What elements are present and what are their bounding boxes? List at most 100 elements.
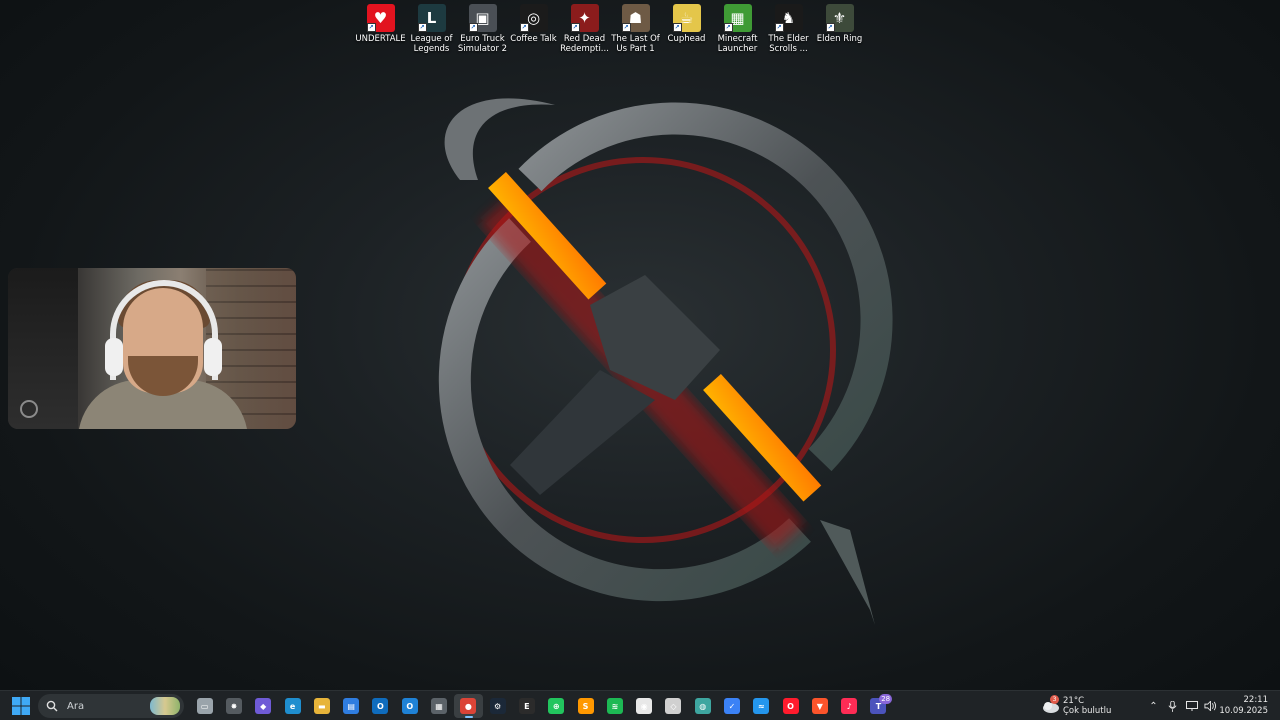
desktop-icon-label: The Elder Scrolls ...	[768, 34, 809, 54]
taskbar-app-edge[interactable]: e	[278, 694, 307, 718]
desktop-icon-8[interactable]: ♞ ↗ The Elder Scrolls ...	[763, 4, 814, 64]
calculator-icon: ▦	[431, 698, 448, 714]
desktop-icon-1[interactable]: L ↗ League of Legends	[406, 4, 457, 64]
search-icon	[46, 700, 58, 712]
desktop-icon-4[interactable]: ✦ ↗ Red Dead Redempti...	[559, 4, 610, 64]
desktop: ♥ ↗ UNDERTALE L ↗ League of Legends ▣ ↗ Euro Tru…	[0, 0, 1280, 690]
desktop-icon-label: The Last Of Us Part 1	[611, 34, 660, 54]
clock-date: 10.09.2025	[1219, 706, 1268, 716]
shortcut-arrow-icon: ↗	[519, 23, 529, 32]
weather-temp: 21°C	[1063, 696, 1085, 706]
taskbar-search-input[interactable]: Ara	[38, 694, 184, 718]
elder-scrolls-icon: ♞ ↗	[774, 4, 803, 32]
weather-widget[interactable]: 3 21°C Çok bulutlu	[1040, 693, 1140, 719]
desktop-icon-2[interactable]: ▣ ↗ Euro Truck Simulator 2	[457, 4, 508, 64]
shortcut-arrow-icon: ↗	[825, 23, 835, 32]
taskbar-app-obs[interactable]: ◉	[629, 694, 658, 718]
opera-icon: O	[782, 698, 799, 714]
webcam-overlay	[8, 268, 296, 429]
copilot-icon: ◆	[255, 698, 272, 714]
spotify-icon: ≋	[606, 698, 623, 714]
vpn-globe-icon: ◍	[694, 698, 711, 714]
taskbar-app-razer[interactable]: ⊕	[542, 694, 571, 718]
desktop-icon-5[interactable]: ☗ ↗ The Last Of Us Part 1	[610, 4, 661, 64]
taskbar-app-file-explorer[interactable]: ▬	[307, 694, 336, 718]
desktop-icon-label: Red Dead Redempti...	[560, 34, 609, 54]
taskbar-app-vpn-globe[interactable]: ◍	[688, 694, 717, 718]
taskbar-clock[interactable]: 22:11 10.09.2025	[1219, 695, 1268, 717]
league-of-legends-icon: L ↗	[417, 4, 446, 32]
coffee-talk-icon: ◎ ↗	[519, 4, 548, 32]
taskbar-app-copilot[interactable]: ◆	[249, 694, 278, 718]
euro-truck-icon: ▣ ↗	[468, 4, 497, 32]
obs-icon: ◉	[636, 698, 653, 714]
elden-ring-icon: ⚜ ↗	[825, 4, 854, 32]
network-icon[interactable]	[1182, 696, 1201, 716]
taskbar-app-docker[interactable]: ≈	[747, 694, 776, 718]
minecraft-icon: ▦ ↗	[723, 4, 752, 32]
tiktok-icon: ♪	[841, 698, 858, 714]
docker-icon: ≈	[753, 698, 770, 714]
shortcut-arrow-icon: ↗	[723, 23, 733, 32]
desktop-icon-label: Minecraft Launcher	[717, 34, 758, 54]
microsoft-store-icon: ▤	[343, 698, 360, 714]
weather-desc: Çok bulutlu	[1063, 706, 1112, 716]
shortcut-arrow-icon: ↗	[366, 23, 376, 32]
notification-badge: 28	[879, 694, 893, 704]
shortcut-arrow-icon: ↗	[672, 23, 682, 32]
taskbar-app-tiktok[interactable]: ♪	[835, 694, 864, 718]
chevron-up-icon[interactable]: ⌃	[1144, 696, 1163, 716]
shortcut-arrow-icon: ↗	[774, 23, 784, 32]
windows-start-icon[interactable]	[12, 697, 30, 715]
watermark-icon	[20, 400, 38, 418]
microphone-icon[interactable]	[1163, 696, 1182, 716]
desktop-icon-6[interactable]: ☕ ↗ Cuphead	[661, 4, 712, 64]
brave-icon: ▼	[811, 698, 828, 714]
desktop-icon-7[interactable]: ▦ ↗ Minecraft Launcher	[712, 4, 763, 64]
desktop-icon-label: Coffee Talk	[510, 34, 557, 44]
taskbar-app-steam[interactable]: ⚙	[483, 694, 512, 718]
desktop-icon-label: Elden Ring	[816, 34, 863, 44]
weather-badge: 3	[1050, 695, 1059, 704]
taskbar-app-sublime[interactable]: S	[571, 694, 600, 718]
desktop-icon-label: UNDERTALE	[355, 34, 406, 44]
tick-tasks-icon: ✓	[723, 698, 740, 714]
taskbar-app-epic-games[interactable]: E	[512, 694, 541, 718]
taskbar-apps: ▭ ✸ ◆ e ▬ ▤ O O ▦ ● ⚙ E ⊕ S ≋ ◉ ◇ ◍ ✓ ≈ O ▼ ♪ T 28	[190, 694, 893, 718]
desktop-icon-0[interactable]: ♥ ↗ UNDERTALE	[355, 4, 406, 64]
outlook-icon: O	[372, 698, 389, 714]
taskbar-app-unity[interactable]: ◇	[659, 694, 688, 718]
file-explorer-icon: ▬	[313, 698, 330, 714]
taskbar-app-spotify[interactable]: ≋	[600, 694, 629, 718]
taskbar-app-brave[interactable]: ▼	[805, 694, 834, 718]
desktop-icon-label: Euro Truck Simulator 2	[457, 34, 508, 54]
taskbar-app-opera[interactable]: O	[776, 694, 805, 718]
undertale-heart-icon: ♥ ↗	[366, 4, 395, 32]
taskbar-app-chrome[interactable]: ●	[453, 694, 483, 718]
taskbar-app-outlook-new[interactable]: O	[395, 694, 424, 718]
taskbar-app-copilot-bug[interactable]: ✸	[219, 694, 248, 718]
taskbar-app-tick-tasks[interactable]: ✓	[717, 694, 746, 718]
desktop-icon-label: League of Legends	[410, 34, 453, 54]
steam-icon: ⚙	[489, 698, 506, 714]
volume-icon[interactable]	[1201, 696, 1220, 716]
epic-games-icon: E	[518, 698, 535, 714]
taskbar-app-microsoft-store[interactable]: ▤	[336, 694, 365, 718]
taskbar-app-calculator[interactable]: ▦	[424, 694, 453, 718]
shortcut-arrow-icon: ↗	[570, 23, 580, 32]
desktop-icon-9[interactable]: ⚜ ↗ Elden Ring	[814, 4, 865, 64]
desktop-icon-label: Cuphead	[667, 34, 706, 44]
last-of-us-icon: ☗ ↗	[621, 4, 650, 32]
edge-icon: e	[284, 698, 301, 714]
half-life-wallpaper	[438, 98, 893, 625]
clothes-rack	[8, 268, 78, 429]
sublime-icon: S	[577, 698, 594, 714]
copilot-bug-icon: ✸	[225, 698, 242, 714]
clock-time: 22:11	[1243, 695, 1269, 705]
chrome-icon: ●	[460, 698, 477, 714]
desktop-icon-3[interactable]: ◎ ↗ Coffee Talk	[508, 4, 559, 64]
taskbar-app-teams[interactable]: T 28	[864, 694, 893, 718]
taskbar-app-task-view[interactable]: ▭	[190, 694, 219, 718]
taskbar-app-outlook[interactable]: O	[366, 694, 395, 718]
desktop-icons: ♥ ↗ UNDERTALE L ↗ League of Legends ▣ ↗ Euro Tru…	[355, 4, 865, 64]
